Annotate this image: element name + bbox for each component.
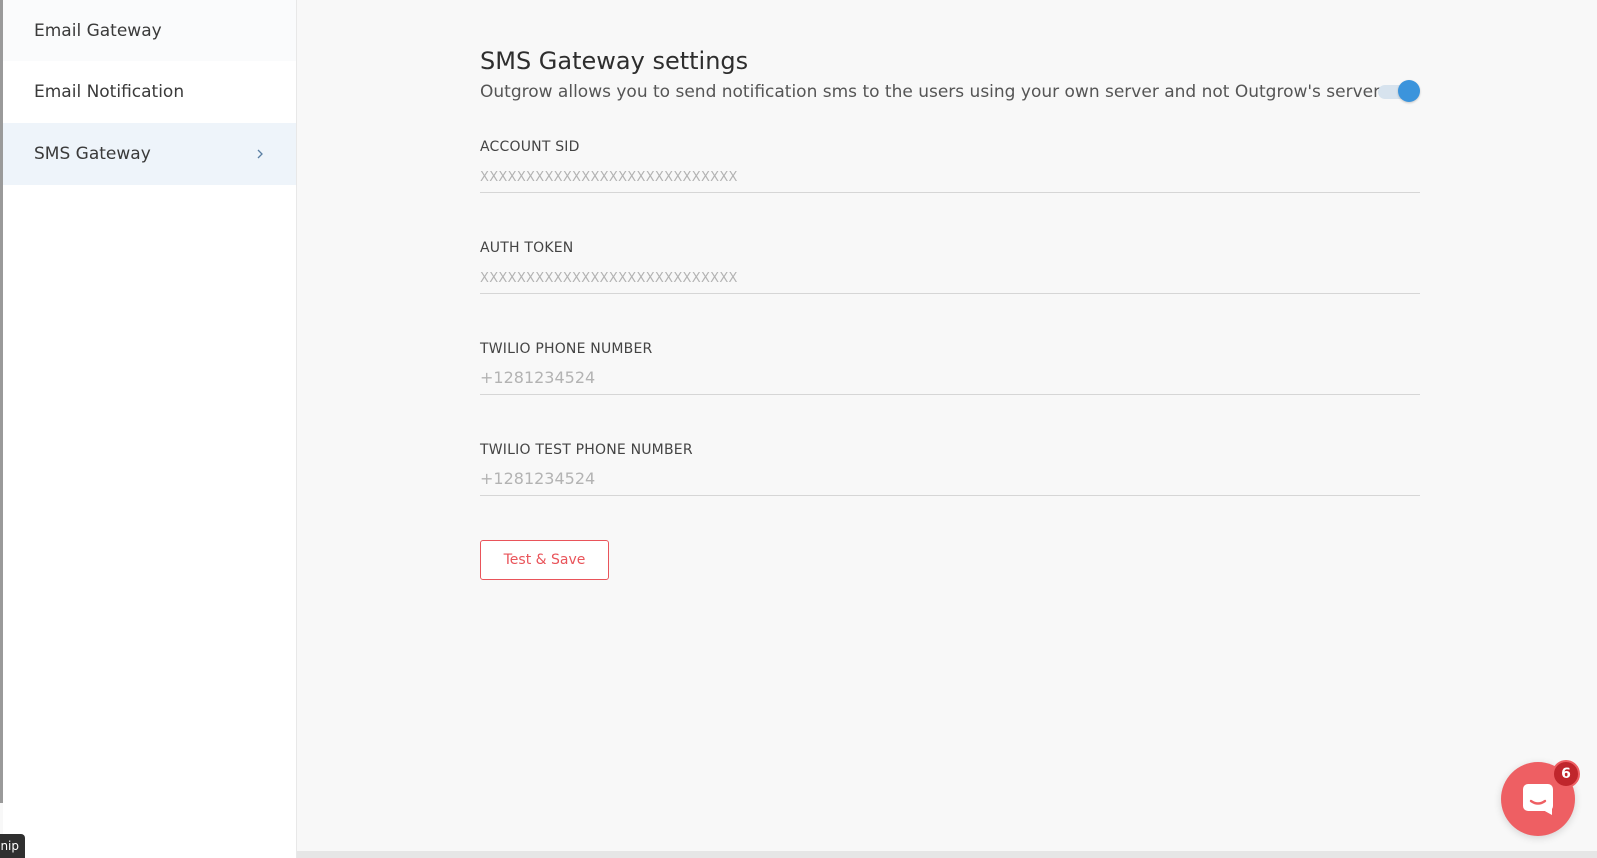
account-sid-field-group: ACCOUNT SID [480, 136, 1420, 193]
sms-gateway-toggle[interactable] [1378, 80, 1420, 102]
page-title: SMS Gateway settings [480, 47, 749, 75]
twilio-phone-label: TWILIO PHONE NUMBER [480, 341, 653, 357]
twilio-test-phone-field-group: TWILIO TEST PHONE NUMBER [480, 439, 1420, 496]
auth-token-input[interactable] [480, 258, 1420, 294]
sidebar-item-email-gateway[interactable]: Email Gateway [3, 0, 296, 61]
sidebar-item-email-notification[interactable]: Email Notification [3, 61, 296, 123]
sidebar-item-sms-gateway[interactable]: SMS Gateway [3, 123, 296, 185]
auth-token-field-group: AUTH TOKEN [480, 237, 1420, 294]
chevron-right-icon [257, 149, 263, 159]
app-root: Email Gateway Email Notification SMS Gat… [0, 0, 1597, 858]
tooltip-fragment: nip [0, 834, 25, 858]
twilio-phone-field-group: TWILIO PHONE NUMBER [480, 338, 1420, 395]
actions-row: Test & Save [480, 540, 1420, 580]
sms-gateway-settings: SMS Gateway settings Outgrow allows you … [480, 44, 1420, 580]
auth-token-label: AUTH TOKEN [480, 240, 574, 256]
twilio-test-phone-label: TWILIO TEST PHONE NUMBER [480, 442, 693, 458]
page-description: Outgrow allows you to send notification … [480, 82, 1384, 102]
twilio-test-phone-input[interactable] [480, 460, 1420, 496]
sidebar-item-label: Email Notification [34, 82, 185, 102]
toggle-knob [1398, 80, 1420, 102]
sidebar-item-label: SMS Gateway [34, 144, 151, 164]
account-sid-input[interactable] [480, 157, 1420, 193]
chat-unread-badge: 6 [1552, 760, 1580, 788]
settings-sidebar: Email Gateway Email Notification SMS Gat… [3, 0, 297, 858]
test-and-save-button[interactable]: Test & Save [480, 540, 609, 580]
sidebar-item-label: Email Gateway [34, 20, 162, 41]
account-sid-label: ACCOUNT SID [480, 139, 580, 155]
bottom-scroll-bar [297, 851, 1597, 858]
twilio-phone-input[interactable] [480, 359, 1420, 395]
chat-bubble-icon [1523, 784, 1553, 815]
